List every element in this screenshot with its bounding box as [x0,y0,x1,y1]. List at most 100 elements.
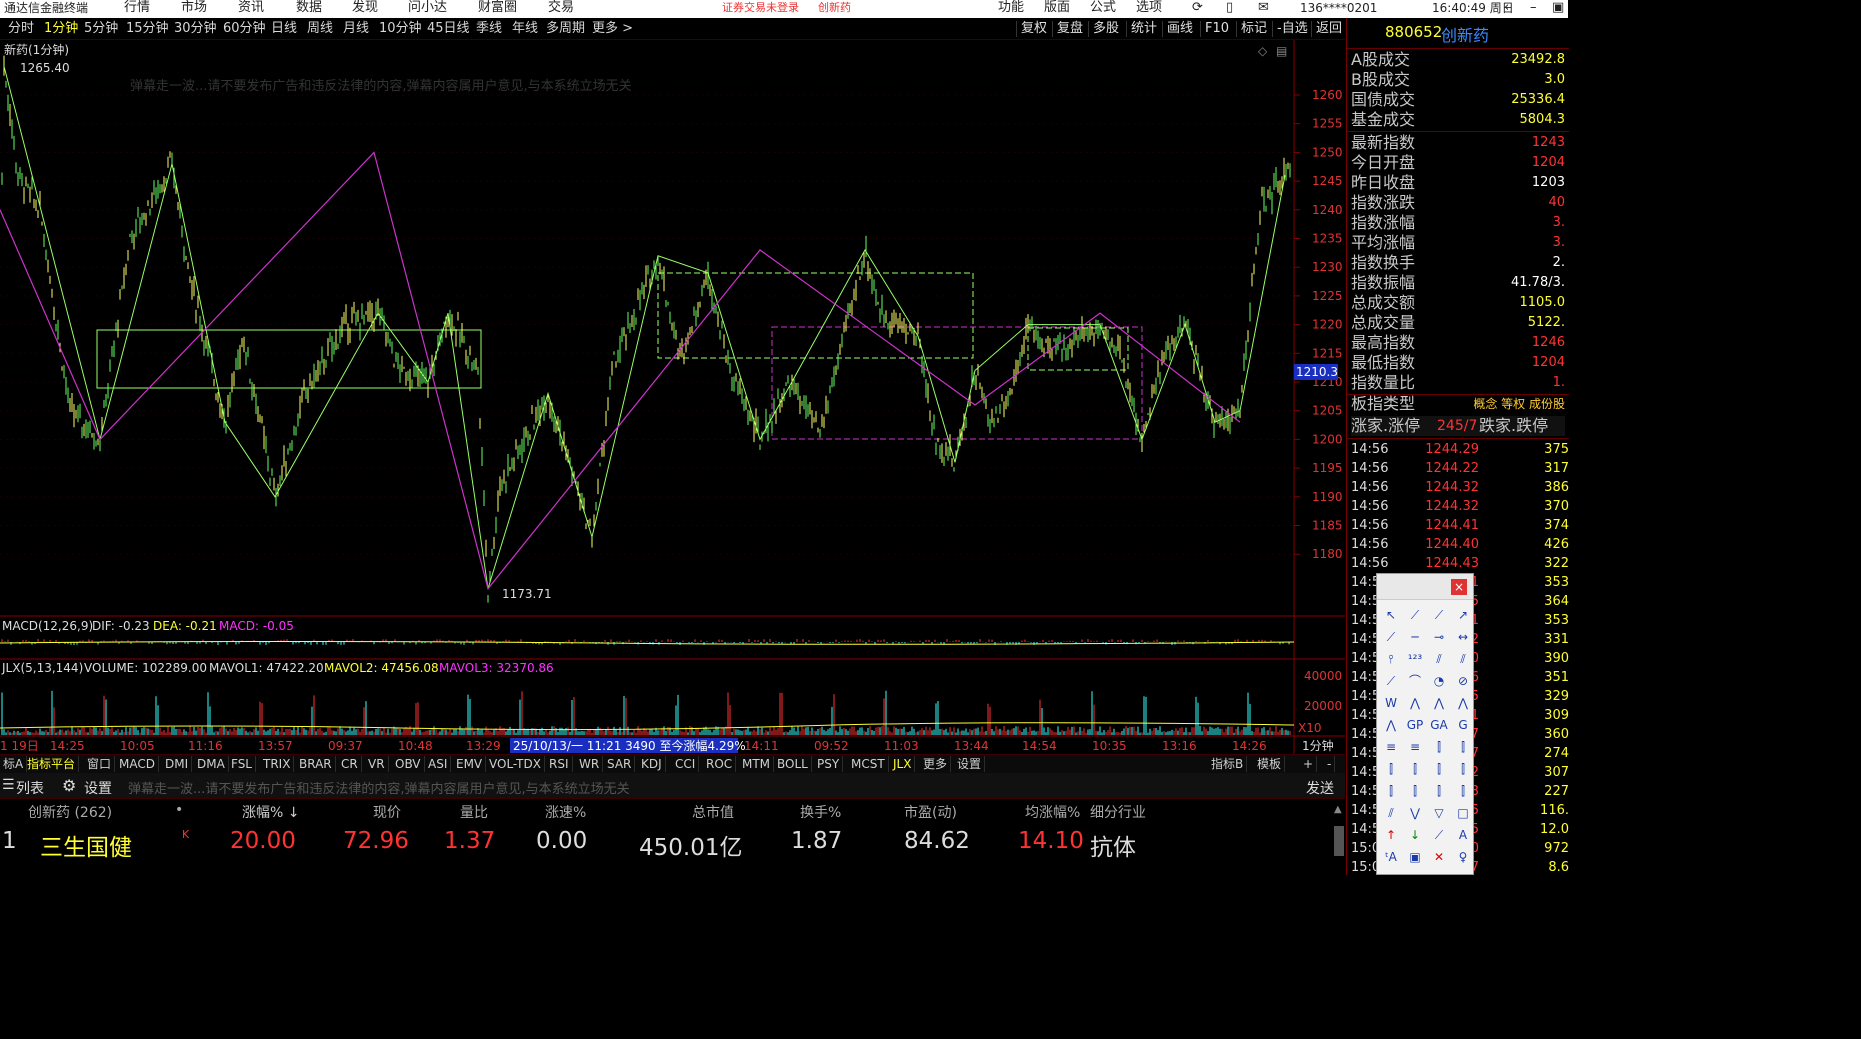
square-tool-icon[interactable]: ⫿ [1405,760,1425,778]
period-day[interactable]: 日线 [271,21,297,37]
fib-levels-tool-icon[interactable]: ≡ [1381,738,1401,756]
down-wedge-tool-icon[interactable]: ⋁ [1405,804,1425,822]
diamond-icon[interactable]: ◇ [1258,44,1268,58]
tab-roc[interactable]: ROC [703,756,737,772]
col-mcap[interactable]: 总市值 [692,802,734,822]
tab-vol-tdx[interactable]: VOL-TDX [486,756,545,772]
menu-data[interactable]: 数据 [296,0,322,16]
andrews-tool-icon[interactable]: ⫿ [1453,782,1473,800]
notice-stock[interactable]: 创新药 [818,0,851,16]
menu-news[interactable]: 资讯 [238,0,264,16]
tab-vr[interactable]: VR [365,756,389,772]
tab-kdj[interactable]: KDJ [638,756,666,772]
table-row[interactable]: 1 三生国健 K 20.00 72.96 1.37 0.00 450.01亿 1… [0,826,1345,862]
tab-window[interactable]: 窗口 [84,756,116,772]
vline-tool-icon[interactable]: ⫯ [1381,650,1401,668]
fib-time-tool-icon[interactable]: ⫿ [1429,738,1449,756]
period-30min[interactable]: 30分钟 [174,21,217,37]
menu-function[interactable]: 功能 [998,0,1024,16]
period-15min[interactable]: 15分钟 [126,21,169,37]
tab-psy[interactable]: PSY [814,756,844,772]
window-icon[interactable]: ▣ [1552,0,1564,16]
trend-tool-icon[interactable]: ⟋ [1381,672,1401,690]
toolbox-close-button[interactable]: × [1451,579,1467,595]
tab-rsi[interactable]: RSI [546,756,573,772]
fan-tool-icon[interactable]: ⫽ [1381,804,1401,822]
speed-lines-tool-icon[interactable]: ⫿ [1429,760,1449,778]
tab-settings[interactable]: 设置 [954,756,986,772]
regression-tool-icon[interactable]: ⫿ [1453,760,1473,778]
toolbox-header[interactable]: × [1377,574,1473,600]
settings-button[interactable]: 设置 [84,778,112,798]
col-industry[interactable]: 细分行业 [1090,802,1146,822]
tab-fsl[interactable]: FSL [228,756,256,772]
scroll-up-icon[interactable]: ▲ [1334,804,1342,815]
wave-count-tool-icon[interactable]: ¹²³ [1405,650,1425,668]
tab-jlx[interactable]: JLX [890,756,916,772]
zoom-out-button[interactable]: - [1324,756,1336,772]
arrow-line-tool-icon[interactable]: ↗ [1453,606,1473,624]
toolbar-replay[interactable]: 复盘 [1052,21,1083,37]
toolbar-adjust[interactable]: 复权 [1016,21,1047,37]
tab-obv[interactable]: OBV [392,756,425,772]
hray-tool-icon[interactable]: ⊸ [1429,628,1449,646]
login-notice[interactable]: 证券交易未登录 [722,0,799,16]
period-season[interactable]: 季线 [476,21,502,37]
channel-tool-icon[interactable]: ⫽ [1453,650,1473,668]
tab-asi[interactable]: ASI [425,756,452,772]
raff-channel-tool-icon[interactable]: ⫿ [1405,782,1425,800]
gann-price-tool-icon[interactable]: GP [1405,716,1425,734]
menu-trade[interactable]: 交易 [548,0,574,16]
phone-icon[interactable]: ▯ [1226,0,1233,16]
ray-tool-icon[interactable]: ⟋ [1429,606,1449,624]
gann-angle-tool-icon[interactable]: GA [1429,716,1449,734]
period-60min[interactable]: 60分钟 [223,21,266,37]
std-channel-tool-icon[interactable]: ⫿ [1381,782,1401,800]
stock-name[interactable]: 三生国健 [40,828,132,862]
tab-indicator-b[interactable]: 指标B [1208,756,1248,772]
toolbar-f10[interactable]: F10 [1200,21,1229,37]
menu-discover[interactable]: 发现 [352,0,378,16]
period-more[interactable]: 更多 > [592,21,633,37]
cycle-lines-tool-icon[interactable]: ⫿ [1381,760,1401,778]
col-pe[interactable]: 市盈(动) [904,802,957,822]
pin-tool-icon[interactable]: ♀ [1453,848,1473,866]
tab-wr[interactable]: WR [576,756,604,772]
col-speed[interactable]: 涨速% [545,802,586,822]
toolbar-watchlist[interactable]: -自选 [1272,21,1308,37]
tab-trix[interactable]: TRIX [260,756,295,772]
period-1min[interactable]: 1分钟 [44,21,78,37]
list-title[interactable]: 创新药 (262) [28,802,112,822]
period-year[interactable]: 年线 [512,21,538,37]
tab-dmi[interactable]: DMI [162,756,193,772]
cycle-tool-icon[interactable]: ⊘ [1453,672,1473,690]
hline-tool-icon[interactable]: ─ [1405,628,1425,646]
pitchfork-tool-icon[interactable]: ⫿ [1429,782,1449,800]
menu-wealth[interactable]: 财富圈 [478,0,517,16]
toolbar-multi[interactable]: 多股 [1088,21,1119,37]
period-5min[interactable]: 5分钟 [84,21,118,37]
zoom-in-button[interactable]: + [1300,756,1318,772]
col-turnover[interactable]: 换手% [800,802,841,822]
pointer-tool-icon[interactable]: ↖ [1381,606,1401,624]
col-avg-change[interactable]: 均涨幅% [1025,802,1080,822]
tab-mtm[interactable]: MTM [739,756,775,772]
tab-indicator-platform[interactable]: 指标平台 [24,756,80,772]
parallel-tool-icon[interactable]: ⫽ [1429,650,1449,668]
toolbar-mark[interactable]: 标记 [1236,21,1267,37]
period-week[interactable]: 周线 [307,21,333,37]
toolbar-draw[interactable]: 画线 [1162,21,1193,37]
tab-brar[interactable]: BRAR [296,756,336,772]
col-price[interactable]: 现价 [373,802,401,822]
tab-template[interactable]: 模板 [1254,756,1286,772]
toolbar-stats[interactable]: 统计 [1126,21,1157,37]
tab-emv[interactable]: EMV [453,756,487,772]
rectangle-tool-icon[interactable]: □ [1453,804,1473,822]
chart-area[interactable]: 1260 1255 1250 1245 1240 1235 1230 1225 1220 1215… [0,40,1345,754]
toolbar-back[interactable]: 返回 [1311,21,1342,37]
menu-exchange[interactable]: 市场 [181,0,207,16]
settings-gear-icon[interactable]: ⚙ [62,776,76,795]
annotation-tool-icon[interactable]: ⟋ [1429,826,1449,844]
head-shoulder-tool-icon[interactable]: ⋀ [1429,694,1449,712]
gann-box-tool-icon[interactable]: ⫿ [1453,738,1473,756]
